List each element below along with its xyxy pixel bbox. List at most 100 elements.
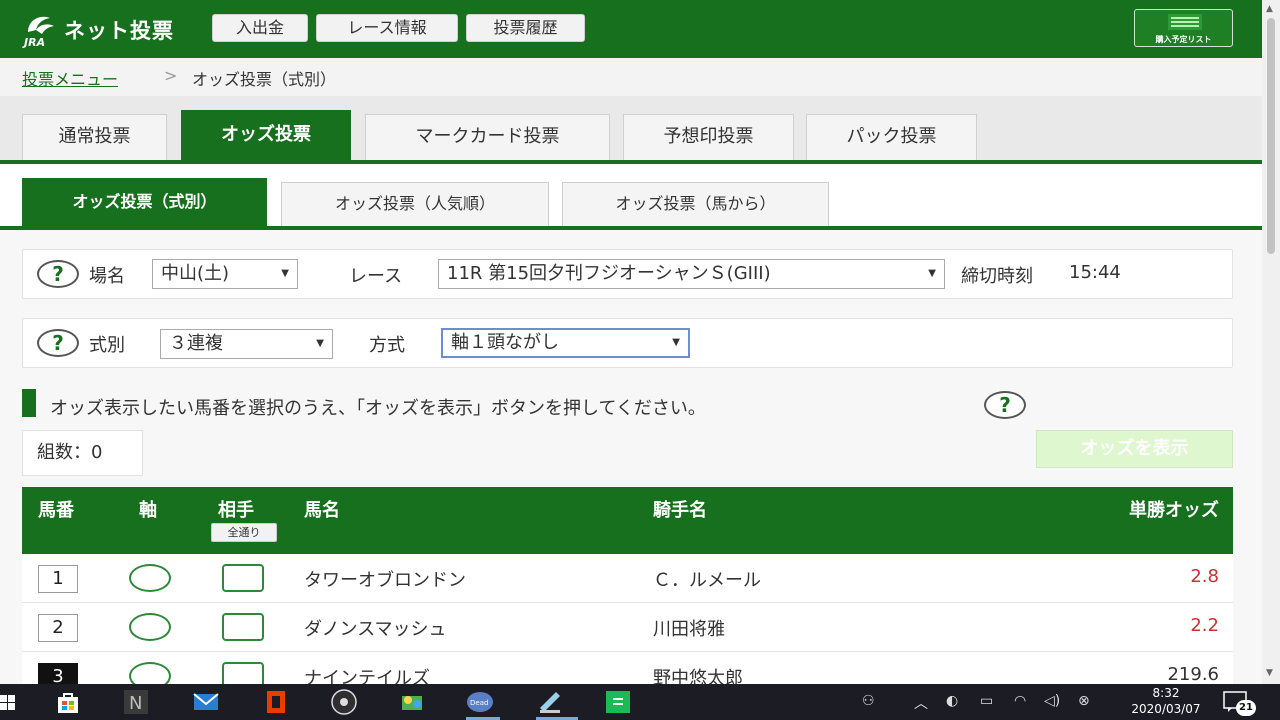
office-icon[interactable] (262, 688, 290, 716)
col-horse-header: 馬名 (304, 500, 340, 521)
vertical-scrollbar[interactable]: ▲ ▼ (1262, 0, 1280, 684)
chevron-up-icon[interactable]: ︿ (914, 693, 928, 713)
list-icon (1168, 14, 1202, 30)
tab-normal-vote[interactable]: 通常投票 (22, 114, 167, 160)
venue-select-value: 中山(土) (161, 263, 230, 284)
odds-subtabs: オッズ投票（式別） オッズ投票（人気順） オッズ投票（馬から） (0, 164, 1262, 230)
scroll-down-icon[interactable]: ▼ (1266, 668, 1273, 678)
horse-name: ダノンスマッシュ (304, 619, 447, 640)
help-icon[interactable]: ? (37, 329, 79, 357)
jra-net-vote-logo[interactable]: JRA ネット投票 (22, 10, 200, 50)
race-label: レース (349, 266, 403, 287)
logo-title: ネット投票 (64, 19, 174, 43)
partner-checkbox[interactable] (222, 564, 264, 592)
svg-text:N: N (129, 693, 142, 714)
scrollbar-thumb[interactable] (1267, 18, 1275, 254)
clock-date[interactable]: 2020/03/07 (1108, 702, 1224, 716)
horse-name: ナインテイルズ (304, 668, 430, 684)
show-odds-button[interactable]: オッズを表示 (1036, 430, 1233, 468)
logo-jra-text: JRA (24, 36, 46, 49)
breadcrumb-current: オッズ投票（式別） (192, 70, 337, 89)
mail-icon[interactable] (192, 688, 220, 716)
windows-taskbar: N Dead ⚇ ︿ ◐ ▭ ◠ ◁) ⊗ 8:32 2020/03/07 21 (0, 684, 1280, 720)
horse-name: タワーオブロンドン (304, 570, 466, 591)
race-select[interactable]: 11R 第15回夕刊フジオーシャンＳ(GIII) ▼ (438, 259, 945, 289)
tab-pack-vote[interactable]: パック投票 (806, 114, 977, 160)
tab-odds-vote[interactable]: オッズ投票 (181, 110, 351, 160)
venue-label: 場名 (89, 266, 125, 287)
spreadsheet-app-icon[interactable] (604, 688, 632, 716)
wifi-icon[interactable]: ◠ (1014, 693, 1026, 709)
jockey-name: 野中悠太郎 (653, 668, 743, 684)
people-icon[interactable]: ⚇ (862, 693, 875, 709)
win-odds: 2.2 (1190, 615, 1219, 636)
svg-text:Dead: Dead (470, 699, 488, 707)
table-row: 3 ナインテイルズ 野中悠太郎 219.6 (22, 652, 1233, 684)
col-odds-header: 単勝オッズ (1129, 500, 1219, 521)
deadline-time: 15:44 (1069, 262, 1121, 283)
screen: JRA ネット投票 入出金 レース情報 投票履歴 購入予定リスト 投票メニュー … (0, 0, 1280, 720)
horse-table-header: 馬番 軸 相手 全通り 馬名 騎手名 単勝オッズ (22, 487, 1233, 554)
chevron-down-icon: ▼ (316, 338, 324, 349)
close-circle-icon[interactable]: ⊗ (1078, 693, 1090, 709)
horse-number: 3 (38, 663, 78, 684)
deadline-label: 締切時刻 (961, 266, 1033, 287)
col-jockey-header: 騎手名 (653, 500, 707, 521)
jockey-name: 川田将雅 (653, 619, 725, 640)
axis-radio[interactable] (129, 564, 171, 592)
horse-number: 1 (38, 565, 78, 593)
axis-radio[interactable] (129, 662, 171, 684)
col-number-header: 馬番 (38, 500, 74, 521)
tab-markcard-vote[interactable]: マークカード投票 (365, 114, 610, 160)
store-icon[interactable] (54, 688, 82, 716)
clock-time[interactable]: 8:32 (1140, 686, 1192, 700)
chevron-down-icon: ▼ (672, 337, 680, 348)
vote-history-button[interactable]: 投票履歴 (466, 14, 585, 42)
race-select-value: 11R 第15回夕刊フジオーシャンＳ(GIII) (447, 263, 771, 284)
deposit-withdraw-button[interactable]: 入出金 (212, 14, 308, 42)
col-partner-header: 相手 (218, 500, 254, 521)
purchase-list-label: 購入予定リスト (1155, 35, 1212, 44)
notification-count-badge: 21 (1236, 700, 1256, 716)
purchase-list-button[interactable]: 購入予定リスト (1134, 9, 1233, 47)
volume-icon[interactable]: ◁) (1044, 693, 1060, 709)
help-icon[interactable]: ? (984, 391, 1026, 419)
subtab-odds-by-type[interactable]: オッズ投票（式別） (22, 178, 267, 226)
method-value: 軸１頭ながし (451, 332, 559, 353)
subtab-odds-by-horse[interactable]: オッズ投票（馬から） (562, 182, 829, 226)
instruction-marker (22, 389, 36, 417)
app-n-icon[interactable]: N (122, 688, 150, 716)
notepad-app-icon[interactable] (536, 688, 564, 716)
start-icon[interactable] (0, 688, 18, 716)
site-header: JRA ネット投票 入出金 レース情報 投票履歴 購入予定リスト (0, 0, 1262, 58)
browser-viewport: JRA ネット投票 入出金 レース情報 投票履歴 購入予定リスト 投票メニュー … (0, 0, 1262, 684)
battery-icon[interactable]: ▭ (980, 693, 993, 709)
game-app-icon[interactable]: Dead (466, 688, 494, 716)
bet-type-select[interactable]: ３連複 ▼ (160, 329, 333, 359)
race-info-button[interactable]: レース情報 (316, 14, 458, 42)
obs-icon[interactable] (330, 688, 358, 716)
subtab-odds-by-popularity[interactable]: オッズ投票（人気順） (281, 182, 549, 226)
partner-checkbox[interactable] (222, 613, 264, 641)
combination-count: 組数：0 (22, 430, 143, 476)
select-all-partners-button[interactable]: 全通り (211, 523, 277, 542)
win-odds: 219.6 (1167, 664, 1219, 684)
table-row: 1 タワーオブロンドン Ｃ．ルメール 2.8 (22, 554, 1233, 603)
tab-prediction-vote[interactable]: 予想印投票 (623, 114, 794, 160)
breadcrumb: 投票メニュー > オッズ投票（式別） (0, 58, 1262, 96)
breadcrumb-separator: > (164, 66, 178, 85)
method-select[interactable]: 軸１頭ながし ▼ (441, 328, 690, 358)
network-app-icon[interactable] (398, 688, 426, 716)
instruction-text: オッズ表示したい馬番を選択のうえ、「オッズを表示」ボタンを押してください。 (50, 398, 706, 419)
venue-select[interactable]: 中山(土) ▼ (152, 259, 298, 289)
bet-type-label: 式別 (89, 335, 125, 356)
help-icon[interactable]: ? (37, 260, 79, 288)
scroll-up-icon[interactable]: ▲ (1266, 4, 1273, 14)
partner-checkbox[interactable] (222, 662, 264, 684)
axis-radio[interactable] (129, 613, 171, 641)
breadcrumb-vote-menu-link[interactable]: 投票メニュー (22, 66, 118, 90)
race-filter-panel: ? 場名 中山(土) ▼ レース 11R 第15回夕刊フジオーシャンＳ(GIII… (22, 249, 1233, 299)
win-odds: 2.8 (1190, 566, 1219, 587)
security-icon[interactable]: ◐ (946, 693, 958, 709)
col-axis-header: 軸 (139, 500, 157, 521)
